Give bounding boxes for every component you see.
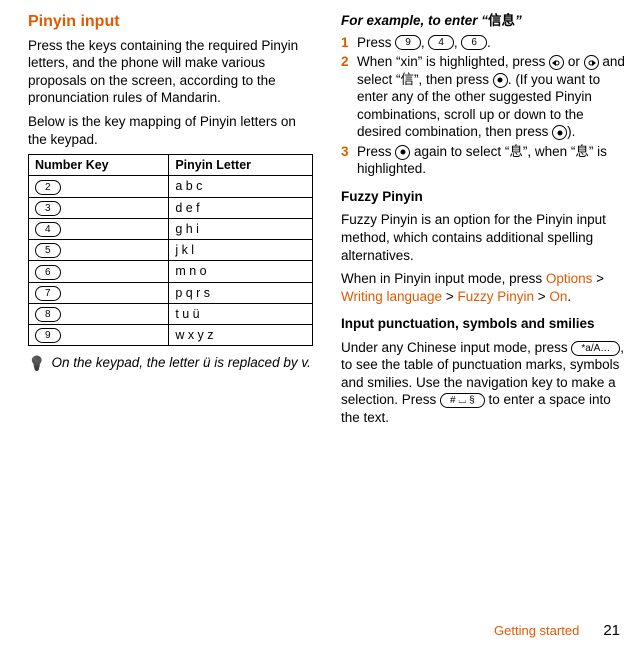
- tip-note: 💡 On the keypad, the letter ü is replace…: [28, 354, 313, 372]
- table-row: 4 g h i: [29, 218, 313, 239]
- table-row: 7 p q r s: [29, 282, 313, 303]
- nav-center-icon: [493, 73, 508, 88]
- step-number: 2: [341, 53, 353, 141]
- nav-right-icon: [584, 55, 599, 70]
- text: >: [534, 289, 549, 304]
- keycap-4: 4: [428, 35, 454, 50]
- punct-body: Under any Chinese input mode, press *a/A…: [341, 339, 626, 427]
- cell-letters: g h i: [169, 218, 313, 239]
- footer-page-number: 21: [603, 621, 620, 641]
- text: ”, then press: [414, 72, 493, 87]
- step-number: 1: [341, 34, 353, 52]
- link-writing-language: Writing language: [341, 289, 442, 304]
- example-title: For example, to enter “信息”: [341, 12, 626, 30]
- mapping-intro: Below is the key mapping of Pinyin lette…: [28, 113, 313, 148]
- keycap-4: 4: [35, 222, 61, 237]
- table-row: 5 j k l: [29, 240, 313, 261]
- text: When “xin” is highlighted, press: [357, 54, 549, 69]
- heading-pinyin-input: Pinyin input: [28, 12, 313, 33]
- cell-letters: m n o: [169, 261, 313, 282]
- nav-center-icon: [395, 145, 410, 160]
- example-chars: 信息: [488, 13, 515, 28]
- example-title-pre: For example, to enter “: [341, 13, 488, 28]
- text: ).: [567, 124, 575, 139]
- text: .: [567, 289, 571, 304]
- text: again to select “: [410, 144, 509, 159]
- nav-center-icon: [552, 125, 567, 140]
- table-row: 9 w x y z: [29, 325, 313, 346]
- heading-fuzzy-pinyin: Fuzzy Pinyin: [341, 188, 626, 206]
- table-row: 6 m n o: [29, 261, 313, 282]
- step-number: 3: [341, 143, 353, 178]
- intro-paragraph: Press the keys containing the required P…: [28, 37, 313, 107]
- fuzzy-body: Fuzzy Pinyin is an option for the Pinyin…: [341, 211, 626, 264]
- text: Press: [357, 144, 395, 159]
- keycap-hash: # ⌴ §: [440, 393, 485, 408]
- keycap-6: 6: [35, 265, 61, 280]
- keycap-8: 8: [35, 307, 61, 322]
- footer-section: Getting started: [494, 623, 579, 640]
- text: Press: [357, 35, 395, 50]
- chinese-char: 息: [575, 144, 589, 159]
- tip-text: On the keypad, the letter ü is replaced …: [51, 354, 310, 372]
- keycap-star: *a/A…: [571, 341, 620, 356]
- keycap-2: 2: [35, 180, 61, 195]
- text: .: [487, 35, 491, 50]
- table-row: 8 t u ü: [29, 303, 313, 324]
- keycap-6: 6: [461, 35, 487, 50]
- text: When in Pinyin input mode, press: [341, 271, 546, 286]
- col-header-pinyin-letter: Pinyin Letter: [169, 155, 313, 176]
- cell-letters: t u ü: [169, 303, 313, 324]
- cell-letters: d e f: [169, 197, 313, 218]
- fuzzy-path: When in Pinyin input mode, press Options…: [341, 270, 626, 305]
- keycap-9: 9: [395, 35, 421, 50]
- keycap-5: 5: [35, 243, 61, 258]
- step-2: 2 When “xin” is highlighted, press or an…: [341, 53, 626, 141]
- example-title-post: ”: [515, 13, 522, 28]
- page-footer: Getting started 21: [494, 621, 620, 641]
- text: ,: [454, 35, 462, 50]
- text: or: [564, 54, 584, 69]
- chinese-char: 信: [401, 72, 415, 87]
- lightbulb-icon: 💡: [28, 354, 45, 372]
- col-header-number-key: Number Key: [29, 155, 169, 176]
- text: ”, when “: [523, 144, 576, 159]
- pinyin-mapping-table: Number Key Pinyin Letter 2 a b c 3 d e f 4…: [28, 154, 313, 346]
- step-1: 1 Press 9, 4, 6.: [341, 34, 626, 52]
- text: ,: [421, 35, 429, 50]
- step-3: 3 Press again to select “息”, when “息” is…: [341, 143, 626, 178]
- cell-letters: a b c: [169, 176, 313, 197]
- text: >: [442, 289, 457, 304]
- cell-letters: p q r s: [169, 282, 313, 303]
- cell-letters: j k l: [169, 240, 313, 261]
- link-fuzzy-pinyin: Fuzzy Pinyin: [457, 289, 534, 304]
- cell-letters: w x y z: [169, 325, 313, 346]
- table-row: 2 a b c: [29, 176, 313, 197]
- heading-input-punctuation: Input punctuation, symbols and smilies: [341, 315, 626, 333]
- keycap-3: 3: [35, 201, 61, 216]
- link-options: Options: [546, 271, 593, 286]
- keycap-9: 9: [35, 328, 61, 343]
- keycap-7: 7: [35, 286, 61, 301]
- chinese-char: 息: [509, 144, 523, 159]
- text: Under any Chinese input mode, press: [341, 340, 571, 355]
- table-row: 3 d e f: [29, 197, 313, 218]
- link-on: On: [549, 289, 567, 304]
- nav-left-icon: [549, 55, 564, 70]
- text: >: [592, 271, 604, 286]
